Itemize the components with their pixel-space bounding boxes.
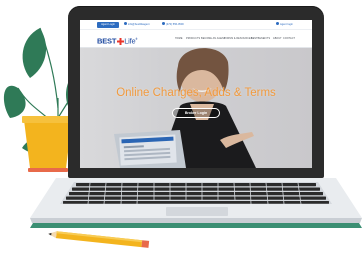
laptop-screen: Agent Login info@bestlifeagent (470) 556…: [80, 20, 312, 168]
hero-section: Online Changes, Adds & Terms Broker Logi…: [80, 48, 312, 168]
phone-icon: [162, 22, 165, 25]
pencil-illustration: [48, 231, 150, 248]
nav-about[interactable]: ABOUT: [273, 36, 282, 42]
agent-login-button[interactable]: Agent Login: [97, 22, 119, 28]
broker-login-button[interactable]: Broker Login: [172, 108, 220, 118]
nav-home[interactable]: HOME: [175, 36, 183, 42]
nav-forms-resources[interactable]: FORMS & RESOURCES: [224, 36, 252, 42]
search-icon: [276, 22, 279, 25]
mail-icon: [124, 22, 127, 25]
nav-contact[interactable]: CONTACT: [283, 36, 295, 42]
site-topbar: Agent Login info@bestlifeagent (470) 556…: [80, 20, 312, 30]
logo-plus-icon: [116, 37, 124, 45]
email-contact[interactable]: info@bestlifeagent: [124, 22, 150, 28]
topbar-search[interactable]: Agent login: [276, 22, 293, 28]
site-navbar: BEST Life® HOME PRODUCTS BECOME AN AGENT…: [80, 30, 312, 48]
bestlife-logo[interactable]: BEST Life®: [97, 35, 137, 46]
laptop-base: [30, 178, 362, 228]
nav-bestbenefits[interactable]: BESTBENEFITS: [251, 36, 270, 42]
nav-become-agent[interactable]: BECOME AN AGENT: [201, 36, 225, 42]
hero-title: Online Changes, Adds & Terms: [116, 87, 276, 99]
phone-contact[interactable]: (470) 556-0500: [162, 22, 184, 28]
nav-products[interactable]: PRODUCTS: [186, 36, 200, 42]
